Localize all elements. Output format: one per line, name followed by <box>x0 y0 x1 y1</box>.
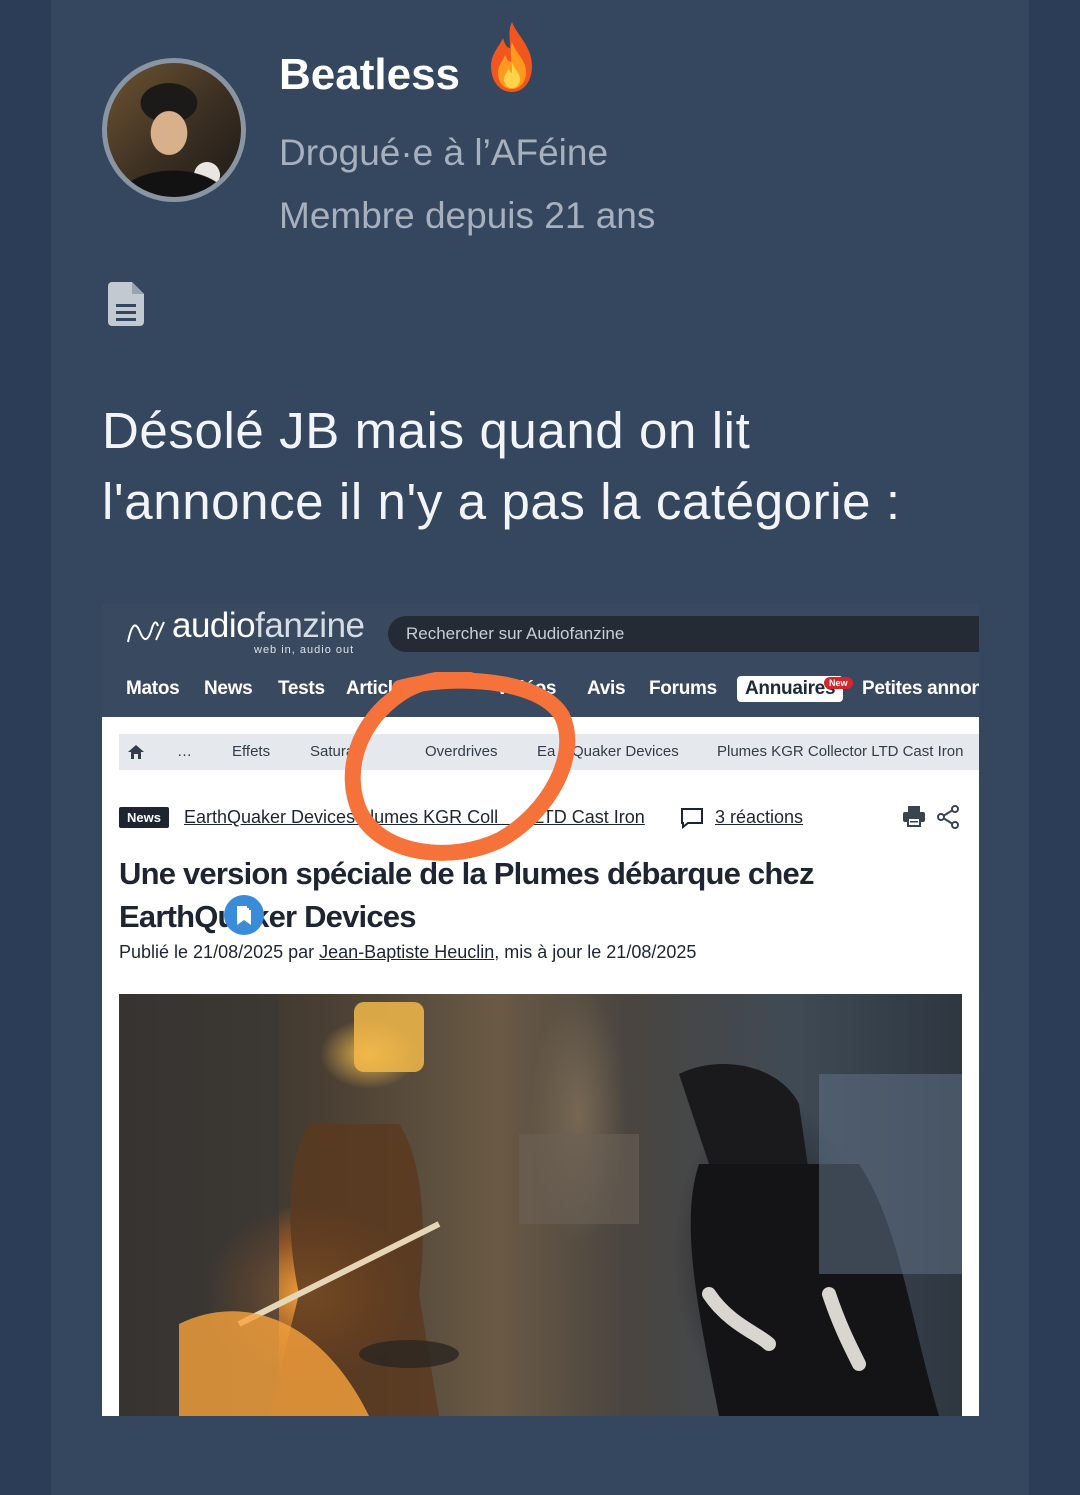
home-icon[interactable] <box>127 744 145 760</box>
logo-text-fanzine: fanzine <box>255 606 365 645</box>
nav-item-news[interactable]: News <box>204 678 253 700</box>
user-rank: Drogué·e à l’AFéine <box>279 132 609 173</box>
print-icon[interactable] <box>902 804 926 828</box>
flame-icon <box>491 22 532 92</box>
logo-tagline: web in, audio out <box>254 644 355 656</box>
breadcrumb-separator <box>207 750 208 754</box>
site-logo[interactable]: audiofanzine <box>172 606 365 646</box>
breadcrumb-item[interactable]: … <box>177 734 192 770</box>
breadcrumb-separator <box>157 750 158 754</box>
author-link[interactable]: Jean-Baptiste Heuclin <box>319 942 494 962</box>
breadcrumb-item-product[interactable]: Plumes KGR Collector LTD Cast Iron <box>717 734 963 770</box>
logo-text-audio: audio <box>172 606 256 645</box>
nav-item-matos[interactable]: Matos <box>126 678 180 700</box>
article-photo <box>119 994 962 1416</box>
nav-item-tests[interactable]: Tests <box>278 678 325 700</box>
username[interactable]: Beatless <box>279 50 460 100</box>
member-since: Membre depuis 21 ans <box>279 195 656 236</box>
logo-wave-icon <box>127 621 165 643</box>
search-input[interactable]: Rechercher sur Audiofanzine <box>388 616 979 652</box>
foundry-scene <box>119 994 962 1416</box>
comment-icon[interactable] <box>680 807 704 829</box>
publication-info: Publié le 21/08/2025 par Jean-Baptiste H… <box>119 942 696 963</box>
breadcrumb-separator <box>285 750 286 754</box>
bookmark-icon[interactable] <box>224 895 264 935</box>
reactions-link[interactable]: 3 réactions <box>715 807 803 828</box>
breadcrumb-item-earthquaker-devices[interactable]: Quaker Devices <box>572 734 679 770</box>
breadcrumb-item-effets[interactable]: Effets <box>232 734 270 770</box>
new-badge: New <box>824 677 853 689</box>
updated-date: , mis à jour le 21/08/2025 <box>494 942 697 962</box>
nav-item-avis[interactable]: Avis <box>587 678 626 700</box>
news-badge[interactable]: News <box>119 807 169 828</box>
nav-item-forums[interactable]: Forums <box>649 678 717 700</box>
post-message: Désolé JB mais quand on lit l'annonce il… <box>102 402 901 530</box>
breadcrumb-separator <box>694 750 695 754</box>
user-avatar[interactable] <box>102 58 246 202</box>
nav-item-petites-annonces[interactable]: Petites annonce <box>862 678 979 700</box>
document-icon[interactable] <box>108 282 144 326</box>
published-date: Publié le 21/08/2025 par <box>119 942 320 962</box>
annotation-circle <box>344 672 576 861</box>
share-icon[interactable] <box>936 805 960 829</box>
